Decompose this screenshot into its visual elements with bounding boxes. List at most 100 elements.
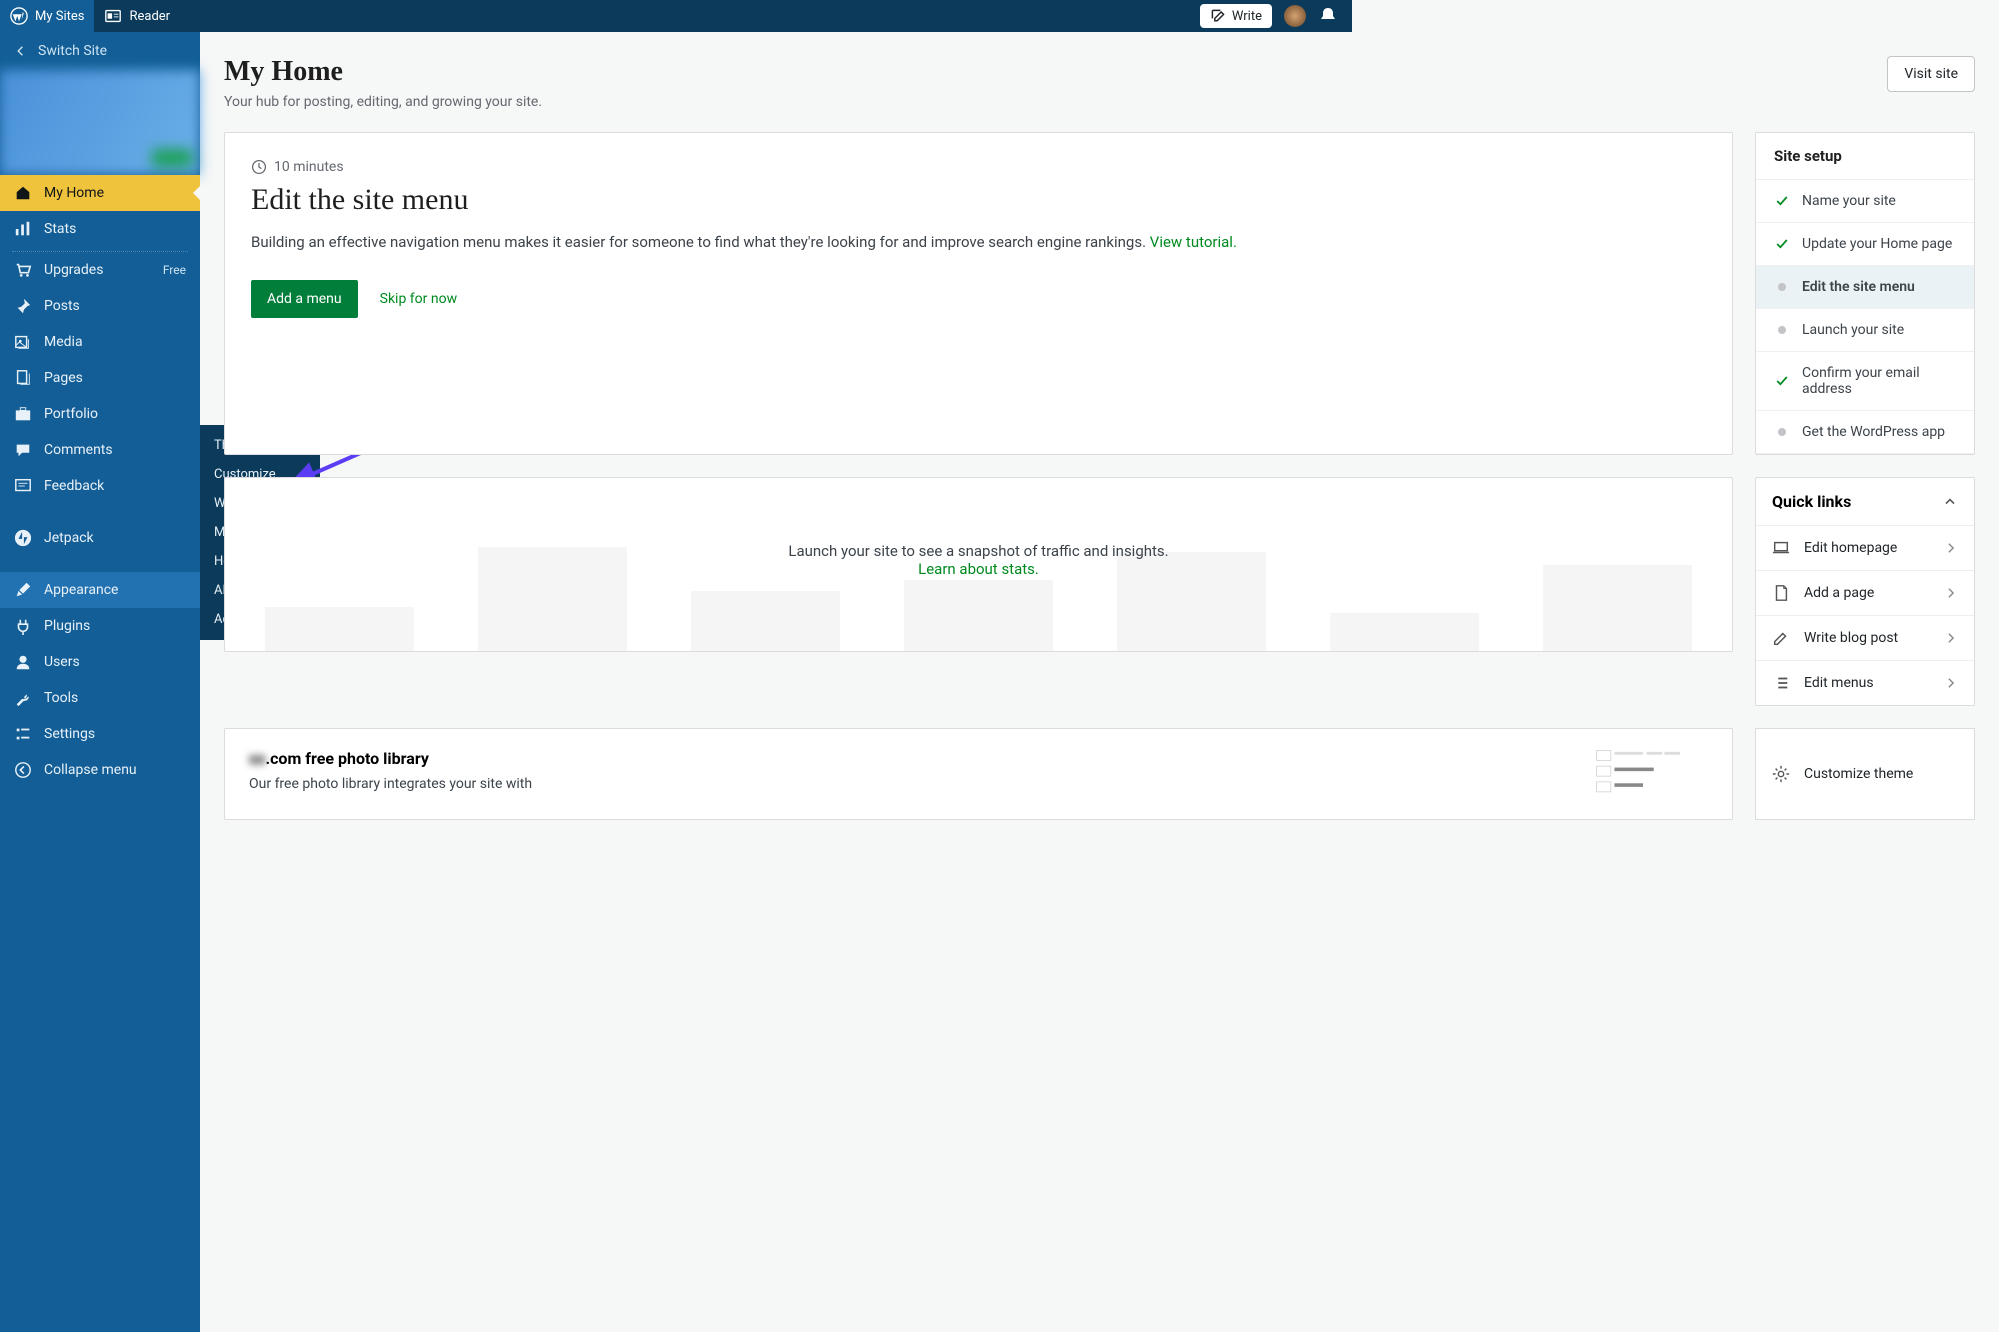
- sidebar-item-settings[interactable]: Settings: [0, 716, 200, 752]
- quick-links-header[interactable]: Quick links: [1756, 478, 1974, 525]
- photo-library-card: ss.com free photo library Our free photo…: [224, 728, 1733, 820]
- sidebar-item-posts[interactable]: Posts: [0, 288, 200, 324]
- page-header: My Home Your hub for posting, editing, a…: [224, 56, 1975, 110]
- sidebar-item-upgrades[interactable]: UpgradesFree: [0, 252, 200, 288]
- setup-item-label: Name your site: [1802, 193, 1896, 209]
- my-sites-button[interactable]: My Sites: [0, 0, 94, 32]
- add-menu-button[interactable]: Add a menu: [251, 280, 358, 318]
- sidebar-item-comments[interactable]: Comments: [0, 432, 200, 468]
- sidebar-item-feedback[interactable]: Feedback: [0, 468, 200, 504]
- quick-link-add-a-page[interactable]: Add a page: [1756, 570, 1974, 615]
- setup-item-update-your-home-page[interactable]: Update your Home page: [1756, 223, 1974, 266]
- photo-card-desc: Our free photo library integrates your s…: [249, 776, 1558, 792]
- customize-theme-label: Customize theme: [1804, 766, 1913, 782]
- sidebar-item-label: Comments: [44, 442, 113, 458]
- sidebar-item-portfolio[interactable]: Portfolio: [0, 396, 200, 432]
- sidebar-item-plugins[interactable]: Plugins: [0, 608, 200, 644]
- quick-link-edit-homepage[interactable]: Edit homepage: [1756, 525, 1974, 570]
- chevron-left-icon: [14, 44, 28, 58]
- setup-item-get-the-wordpress-app[interactable]: Get the WordPress app: [1756, 411, 1974, 454]
- wordpress-icon: [10, 7, 28, 25]
- sidebar-item-pages[interactable]: Pages: [0, 360, 200, 396]
- plug-icon: [14, 617, 32, 635]
- sidebar-item-label: Media: [44, 334, 83, 350]
- setup-item-label: Confirm your email address: [1802, 365, 1956, 397]
- sidebar-item-label: Appearance: [44, 582, 118, 598]
- quick-link-write-blog-post[interactable]: Write blog post: [1756, 615, 1974, 660]
- settings-icon: [14, 725, 32, 743]
- setup-item-launch-your-site[interactable]: Launch your site: [1756, 309, 1974, 352]
- reader-label: Reader: [129, 9, 170, 24]
- sidebar-item-collapse-menu[interactable]: Collapse menu: [0, 752, 200, 788]
- write-button[interactable]: Write: [1200, 4, 1272, 28]
- chevron-right-icon: [1944, 586, 1958, 600]
- task-card: 10 minutes Edit the site menu Building a…: [224, 132, 1733, 455]
- sidebar-item-label: Settings: [44, 726, 95, 742]
- sidebar-item-label: Users: [44, 654, 80, 670]
- collapse-icon: [14, 761, 32, 779]
- reader-button[interactable]: Reader: [94, 0, 180, 32]
- sidebar-item-label: Jetpack: [44, 530, 94, 546]
- stats-link[interactable]: Learn about stats.: [918, 560, 1039, 578]
- quick-link-edit-menus[interactable]: Edit menus: [1756, 660, 1974, 705]
- task-description: Building an effective navigation menu ma…: [251, 231, 1706, 254]
- pin-icon: [14, 297, 32, 315]
- laptop-icon: [1772, 539, 1790, 557]
- sidebar-item-label: Tools: [44, 690, 78, 706]
- feedback-icon: [14, 477, 32, 495]
- setup-item-label: Launch your site: [1802, 322, 1904, 338]
- sidebar-item-label: Feedback: [44, 478, 104, 494]
- sidebar-item-stats[interactable]: Stats: [0, 211, 200, 247]
- sidebar-item-media[interactable]: Media: [0, 324, 200, 360]
- visit-site-button[interactable]: Visit site: [1887, 56, 1975, 92]
- duration-text: 10 minutes: [274, 159, 344, 175]
- clock-icon: [251, 159, 267, 175]
- dot-icon: [1778, 428, 1786, 436]
- sidebar-item-users[interactable]: Users: [0, 644, 200, 680]
- wrench-icon: [14, 689, 32, 707]
- sidebar-item-tools[interactable]: Tools: [0, 680, 200, 716]
- sidebar-item-label: My Home: [44, 185, 104, 201]
- setup-item-confirm-your-email-address[interactable]: Confirm your email address: [1756, 352, 1974, 411]
- stats-icon: [14, 220, 32, 238]
- sidebar-item-label: Portfolio: [44, 406, 98, 422]
- notifications-icon[interactable]: [1318, 6, 1338, 26]
- site-preview[interactable]: [0, 70, 200, 175]
- quick-link-label: Edit homepage: [1804, 540, 1897, 556]
- dot-icon: [1778, 326, 1786, 334]
- setup-item-label: Get the WordPress app: [1802, 424, 1945, 440]
- photo-card-title: ss.com free photo library: [249, 749, 1558, 768]
- setup-item-label: Update your Home page: [1802, 236, 1952, 252]
- list-icon: [1772, 674, 1790, 692]
- stats-card: Launch your site to see a snapshot of tr…: [224, 477, 1733, 652]
- sidebar-item-my-home[interactable]: My Home: [0, 175, 200, 211]
- topbar-right: Write: [1200, 4, 1352, 28]
- sidebar-item-jetpack[interactable]: Jetpack: [0, 520, 200, 556]
- setup-item-name-your-site[interactable]: Name your site: [1756, 180, 1974, 223]
- quick-link-label: Write blog post: [1804, 630, 1898, 646]
- photo-illustration: [1578, 749, 1708, 799]
- write-icon: [1210, 8, 1226, 24]
- view-tutorial-link[interactable]: View tutorial.: [1150, 233, 1237, 251]
- check-icon: [1774, 193, 1790, 209]
- switch-site-button[interactable]: Switch Site: [0, 32, 200, 70]
- quick-links-title: Quick links: [1772, 492, 1851, 511]
- sidebar-item-label: Posts: [44, 298, 80, 314]
- dot-icon: [1778, 283, 1786, 291]
- check-icon: [1774, 373, 1790, 389]
- user-icon: [14, 653, 32, 671]
- sidebar-item-label: Collapse menu: [44, 762, 137, 778]
- my-sites-label: My Sites: [35, 9, 84, 24]
- pencil-icon: [1772, 629, 1790, 647]
- quick-link-label: Edit menus: [1804, 675, 1874, 691]
- stats-text: Launch your site to see a snapshot of tr…: [788, 542, 1168, 560]
- setup-item-edit-the-site-menu[interactable]: Edit the site menu: [1756, 266, 1974, 309]
- cart-icon: [14, 261, 32, 279]
- avatar[interactable]: [1284, 5, 1306, 27]
- customize-theme-link[interactable]: Customize theme: [1755, 728, 1975, 820]
- sidebar-item-appearance[interactable]: Appearance: [0, 572, 200, 608]
- quick-links-card: Quick links Edit homepage Add a page Write…: [1755, 477, 1975, 706]
- media-icon: [14, 333, 32, 351]
- sidebar-item-label: Stats: [44, 221, 76, 237]
- skip-link[interactable]: Skip for now: [380, 291, 457, 307]
